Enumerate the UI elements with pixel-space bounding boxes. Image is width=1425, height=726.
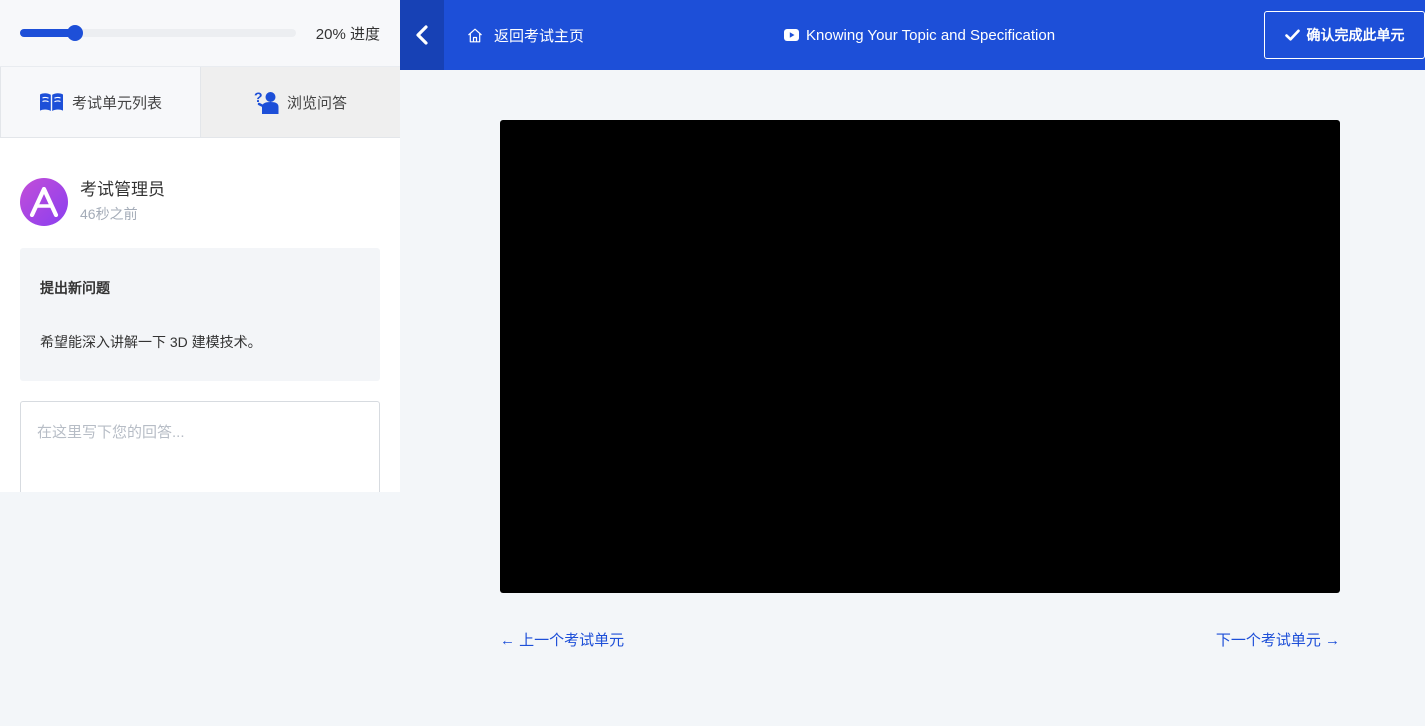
question-person-icon: ? [254,89,279,115]
mark-complete-label: 确认完成此单元 [1306,27,1405,43]
lesson-title-text: Knowing Your Topic and Specification [806,26,1056,44]
home-icon [467,28,483,43]
answer-input[interactable] [20,401,380,492]
author-name: 考试管理员 [80,180,165,199]
question-card: 提出新问题 希望能深入讲解一下 3D 建模技术。 [20,248,380,381]
previous-unit-link[interactable]: ← 上一个考试单元 [500,630,624,652]
lesson-title: Knowing Your Topic and Specification [784,0,1055,70]
sidebar-toggle-button[interactable] [400,0,444,70]
post-time: 46秒之前 [80,206,138,222]
top-bar: 返回考试主页 Knowing Your Topic and Specificat… [400,0,1425,70]
video-player[interactable] [500,120,1340,593]
check-icon [1284,29,1300,41]
question-post: 考试管理员 46秒之前 提出新问题 希望能深入讲解一下 3D 建模技术。 [0,138,400,492]
book-open-icon [39,92,64,112]
chevron-left-icon [416,25,428,45]
question-title: 提出新问题 [40,280,110,296]
svg-text:?: ? [254,89,263,105]
video-play-icon [784,29,799,41]
avatar [20,178,68,226]
sidebar-tabs: 考试单元列表 ? 浏览问答 [0,67,400,138]
progress-label: 20% 进度 [315,25,380,43]
tab-browse-qa[interactable]: ? 浏览问答 [201,67,400,138]
sidebar: 20% 进度 考试单元列表 ? 浏览问答 考试管理员 46秒之前 提出新问题 希… [0,0,400,492]
home-link-label: 返回考试主页 [494,27,585,45]
mark-complete-button[interactable]: 确认完成此单元 [1264,11,1425,59]
back-to-exam-home-link[interactable]: 返回考试主页 [467,0,584,70]
progress-section: 20% 进度 [0,0,400,67]
post-author: 考试管理员 46秒之前 [20,178,380,226]
question-body: 希望能深入讲解一下 3D 建模技术。 [40,334,262,350]
tab-unit-list[interactable]: 考试单元列表 [0,67,201,138]
tab-browse-qa-label: 浏览问答 [286,94,347,112]
avatar-letter-icon [29,187,59,217]
progress-bar [20,25,296,41]
tab-unit-list-label: 考试单元列表 [71,94,162,112]
author-meta: 考试管理员 46秒之前 [80,179,165,225]
progress-thumb [67,25,83,41]
next-unit-link[interactable]: 下一个考试单元 → [1216,630,1340,652]
